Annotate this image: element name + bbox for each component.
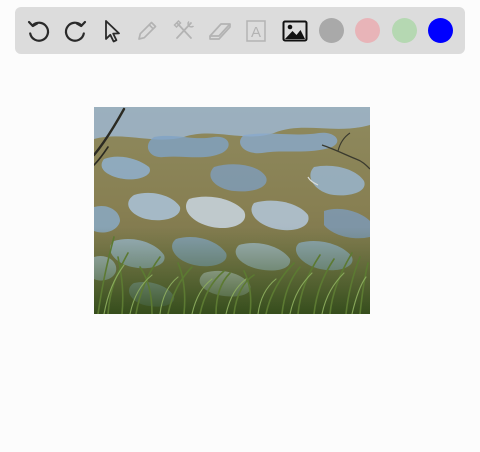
- color-swatch-pink[interactable]: [355, 18, 380, 43]
- eraser-tool-button[interactable]: [204, 15, 236, 47]
- undo-button[interactable]: [23, 15, 55, 47]
- pencil-tool-button[interactable]: [131, 15, 163, 47]
- redo-icon: [64, 20, 87, 42]
- tools-button[interactable]: [168, 15, 200, 47]
- color-swatch-blue[interactable]: [428, 18, 453, 43]
- color-swatch-green[interactable]: [392, 18, 417, 43]
- text-tool-button[interactable]: A: [240, 15, 272, 47]
- text-box-icon: A: [246, 20, 266, 42]
- select-tool-button[interactable]: [95, 15, 127, 47]
- drawing-toolbar: A: [15, 7, 465, 54]
- pond-photo[interactable]: [94, 107, 370, 314]
- eraser-icon: [209, 23, 231, 40]
- color-swatch-gray[interactable]: [319, 18, 344, 43]
- image-tool-button[interactable]: [279, 15, 311, 47]
- cursor-icon: [105, 20, 120, 43]
- image-icon: [282, 20, 308, 42]
- redo-button[interactable]: [59, 15, 91, 47]
- pencil-icon: [138, 21, 157, 40]
- pond-photo-graphic: [94, 107, 370, 314]
- hammer-wrench-icon: [173, 19, 195, 39]
- text-tool-label: A: [251, 24, 261, 41]
- undo-icon: [27, 20, 50, 42]
